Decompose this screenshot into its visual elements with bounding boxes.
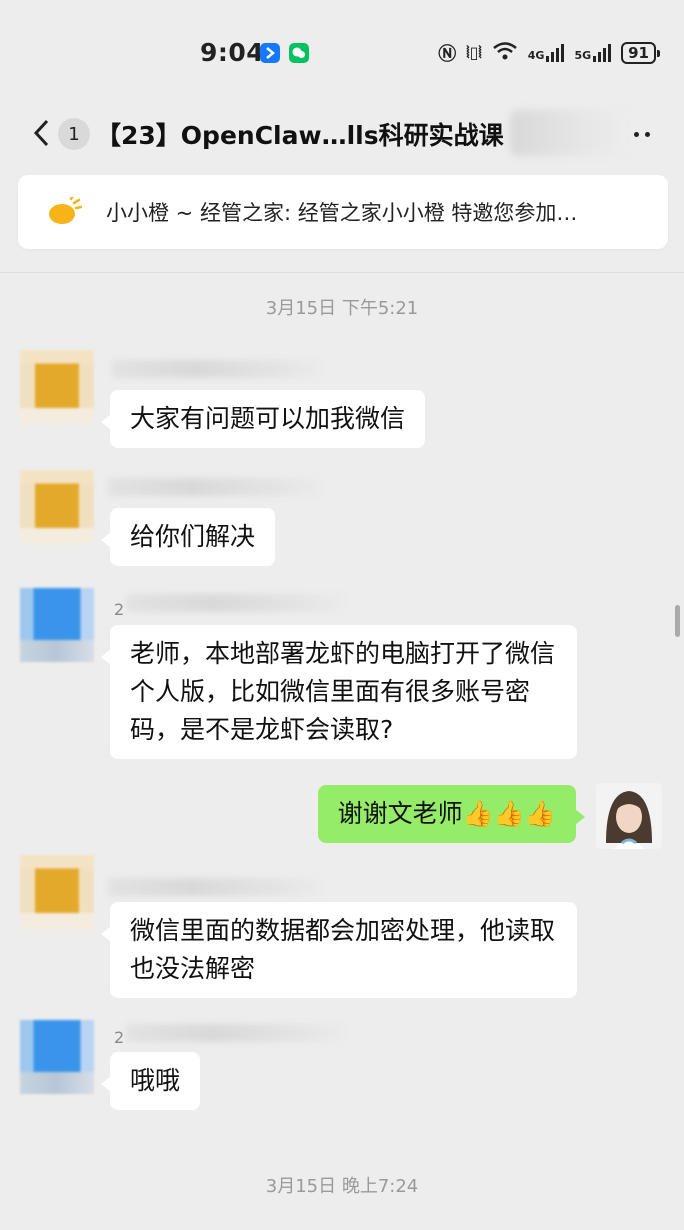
divider (0, 272, 684, 273)
battery-icon: 91 (621, 42, 660, 64)
network-5g-label: 5G (574, 49, 592, 62)
message-text: 谢谢文老师👍👍👍 (337, 799, 556, 828)
title-blurred-region (510, 110, 630, 156)
more-options-icon[interactable] (634, 132, 650, 137)
sender-name-blurred (112, 360, 320, 378)
sender-name-blurred (126, 594, 344, 612)
timestamp-top: 3月15日 下午5:21 (265, 298, 419, 319)
vibrate-icon: ⦚▯⦚ (466, 43, 482, 62)
unread-count-badge: 1 (58, 118, 90, 150)
signal-icon-2 (593, 44, 612, 62)
self-message-bubble[interactable]: 谢谢文老师👍👍👍 (317, 785, 586, 843)
sender-name-blurred (108, 878, 320, 896)
nfc-icon: Ⓝ (438, 44, 457, 65)
message-bubble[interactable]: 哦哦 (100, 1052, 201, 1110)
sender-avatar[interactable] (20, 588, 94, 662)
message-bubble[interactable]: 微信里面的数据都会加密处理，他读取也没法解密 (101, 902, 577, 998)
timestamp-bottom: 3月15日 晚上7:24 (265, 1176, 419, 1197)
app-notification-icon (260, 43, 280, 63)
announcement-text: 小小橙 ~ 经管之家: 经管之家小小橙 特邀您参加… (106, 201, 578, 225)
signal-icon (546, 44, 565, 62)
back-chevron-icon[interactable] (32, 118, 50, 148)
message-text: 老师，本地部署龙虾的电脑打开了微信个人版，比如微信里面有很多账号密码，是不是龙虾… (130, 639, 556, 744)
sender-avatar[interactable] (20, 855, 94, 929)
sender-name-prefix: 2 (114, 600, 125, 619)
message-bubble[interactable]: 给你们解决 (100, 508, 276, 566)
announcement-bulb-icon (46, 194, 83, 227)
message-text: 哦哦 (130, 1066, 181, 1095)
self-avatar[interactable] (596, 783, 662, 849)
message-text: 给你们解决 (130, 522, 256, 551)
sender-name-blurred (108, 478, 320, 496)
scrollbar-thumb[interactable] (675, 605, 680, 637)
wechat-notification-icon (289, 43, 309, 63)
message-text: 微信里面的数据都会加密处理，他读取也没法解密 (130, 916, 556, 983)
network-4g-label: 4G (527, 49, 545, 62)
sender-avatar[interactable] (20, 470, 94, 544)
chat-title: 【23】OpenClaw…lls科研实战课 (96, 121, 504, 150)
message-bubble[interactable]: 老师，本地部署龙虾的电脑打开了微信个人版，比如微信里面有很多账号密码，是不是龙虾… (101, 625, 577, 759)
message-text: 大家有问题可以加我微信 (130, 404, 406, 433)
message-bubble[interactable]: 大家有问题可以加我微信 (100, 390, 426, 448)
status-time: 9:04 (200, 38, 265, 67)
sender-name-prefix: 2 (114, 1028, 125, 1047)
status-indicators: Ⓝ ⦚▯⦚ 4G 5G 91 (438, 40, 660, 66)
wifi-icon (492, 41, 518, 65)
sender-avatar[interactable] (20, 350, 94, 424)
sender-avatar[interactable] (20, 1020, 94, 1094)
sender-name-blurred (126, 1024, 344, 1042)
group-announcement[interactable]: 小小橙 ~ 经管之家: 经管之家小小橙 特邀您参加… (18, 175, 668, 249)
